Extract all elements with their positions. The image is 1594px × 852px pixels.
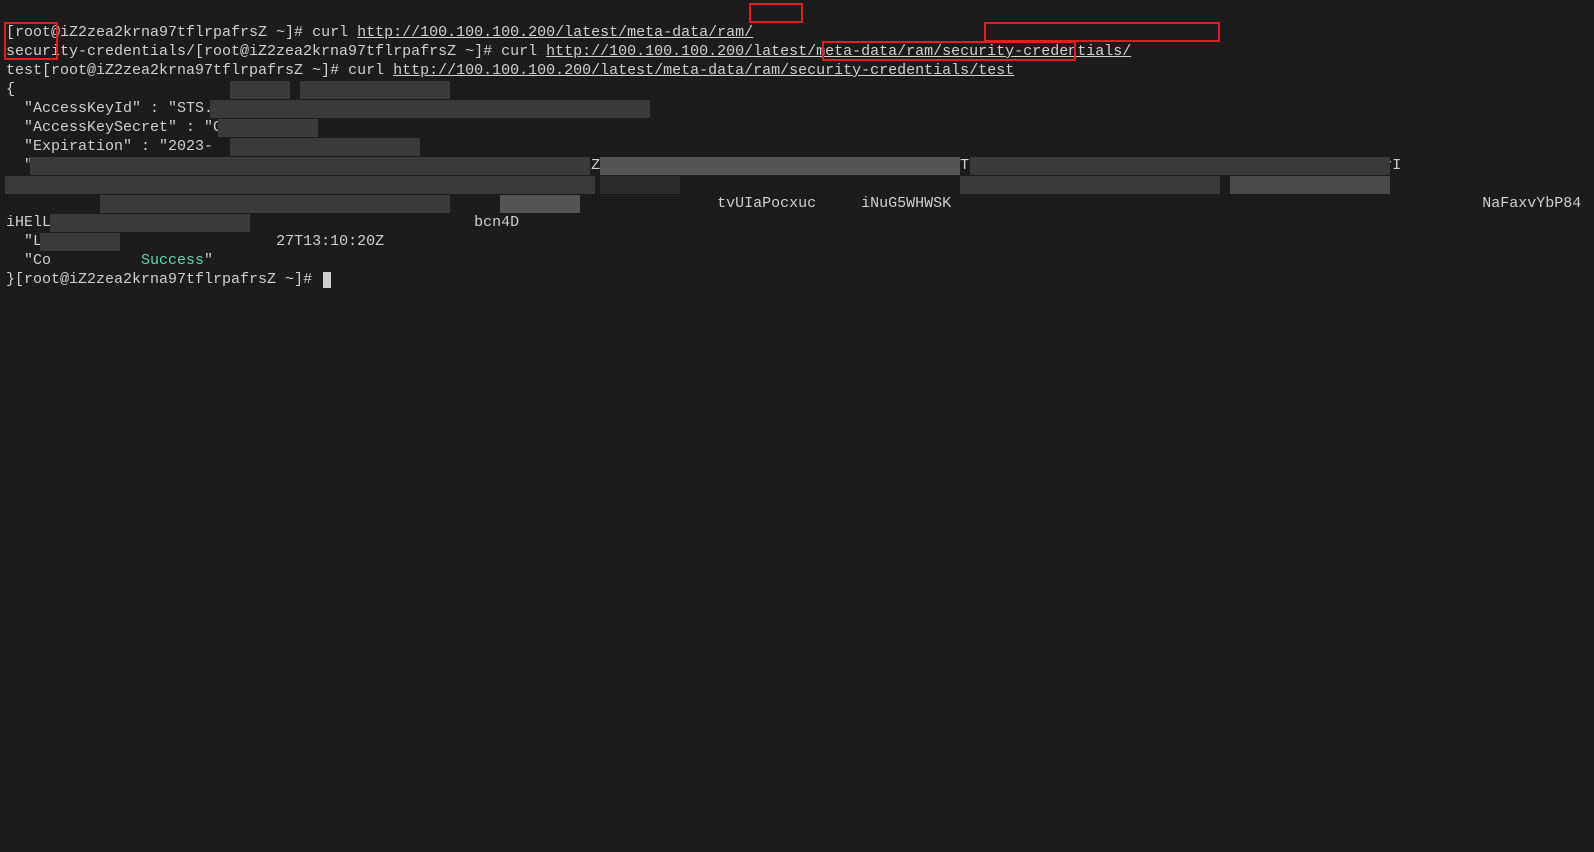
prompt-3: [root@iZ2zea2krna97tflrpafrsZ ~]# xyxy=(42,62,348,79)
url-1[interactable]: http://100.100.100.200/latest/meta-data/… xyxy=(357,24,753,41)
json-securitytoken-b: lkhamYc1HVnnAqXPtZtpTY1jz2IHhMfXVaAewWsv… xyxy=(438,157,1401,174)
json-lastupdated-b: 27T13:10:20Z xyxy=(276,233,384,250)
json-close: } xyxy=(6,271,15,288)
json-code-success: Success xyxy=(141,252,204,269)
json-code-a: "Co xyxy=(6,252,51,269)
json-line7b: bcn4D xyxy=(474,214,519,231)
json-accesskeysecret: "AccessKeySecret" : "C xyxy=(6,119,222,136)
out-1: security-credentials/ xyxy=(6,43,195,60)
prompt-2: [root@iZ2zea2krna97tflrpafrsZ ~]# xyxy=(195,43,501,60)
url-2[interactable]: http://100.100.100.200/latest/meta-data/… xyxy=(546,43,1131,60)
prompt-4: [root@iZ2zea2krna97tflrpafrsZ ~]# xyxy=(15,271,321,288)
prompt-1: [root@iZ2zea2krna97tflrpafrsZ ~]# xyxy=(6,24,312,41)
cmd-3: curl xyxy=(348,62,393,79)
cmd-1: curl xyxy=(312,24,357,41)
json-line5-start: unG xyxy=(6,176,33,193)
out-2: test xyxy=(6,62,42,79)
json-line6-end: NaFaxvYbP84 xyxy=(1482,195,1581,212)
url-3[interactable]: http://100.100.100.200/latest/meta-data/… xyxy=(393,62,1014,79)
json-open: { xyxy=(6,81,15,98)
json-securitytoken-a: "SecurityToken" : "CAIS J1q xyxy=(6,157,276,174)
json-code-c: " xyxy=(204,252,213,269)
json-accesskeyid: "AccessKeyId" : "STS.N 8F s4", xyxy=(6,100,447,117)
json-line7: iHElL8I+bq0 xyxy=(6,214,105,231)
cursor xyxy=(323,272,331,288)
json-expiration: "Expiration" : "2023- xyxy=(6,138,213,155)
json-lastupdated-a: "La xyxy=(6,233,51,250)
cmd-2: curl xyxy=(501,43,546,60)
terminal[interactable]: [root@iZ2zea2krna97tflrpafrsZ ~]# curl h… xyxy=(0,0,1594,293)
json-line6-mid: tvUIaPocxuc iNuG5WHWSK xyxy=(717,195,951,212)
